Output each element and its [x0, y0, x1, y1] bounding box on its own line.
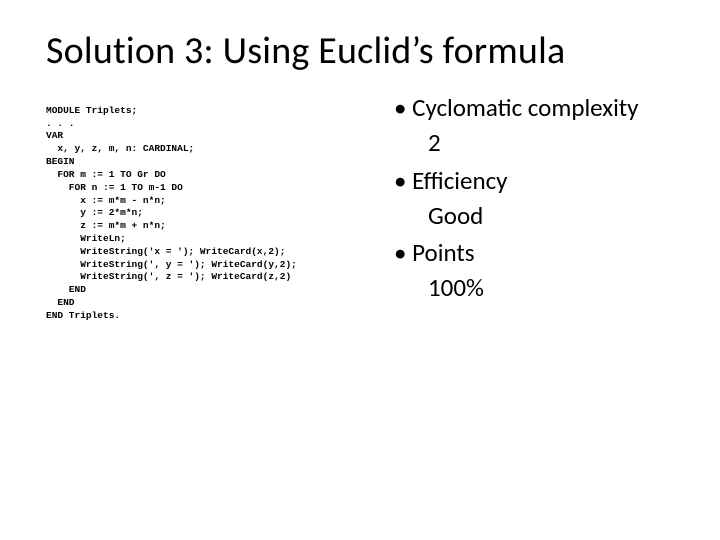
code-line: END — [46, 284, 86, 295]
code-line: FOR n := 1 TO m-1 DO — [46, 182, 183, 193]
bullet-cyclomatic: Cyclomatic complexity — [394, 92, 674, 123]
content-columns: MODULE Triplets; . . . VAR x, y, z, m, n… — [46, 92, 674, 323]
code-line: BEGIN — [46, 156, 75, 167]
code-line: WriteString(', z = '); WriteCard(z,2) — [46, 271, 291, 282]
code-line: END — [46, 297, 75, 308]
code-line: x := m*m - n*n; — [46, 195, 166, 206]
bullet-points-value: 100% — [394, 272, 674, 303]
code-line: WriteString('x = '); WriteCard(x,2); — [46, 246, 285, 257]
bullet-cyclomatic-value: 2 — [394, 127, 674, 158]
code-line: z := m*m + n*n; — [46, 220, 166, 231]
code-line: END Triplets. — [46, 310, 120, 321]
slide-title: Solution 3: Using Euclid’s formula — [46, 28, 674, 74]
code-line: MODULE Triplets; — [46, 105, 137, 116]
slide: Solution 3: Using Euclid’s formula MODUL… — [0, 0, 720, 540]
code-line: x, y, z, m, n: CARDINAL; — [46, 143, 194, 154]
code-line: FOR m := 1 TO Gr DO — [46, 169, 166, 180]
bullet-efficiency: Efficiency — [394, 165, 674, 196]
code-block: MODULE Triplets; . . . VAR x, y, z, m, n… — [46, 92, 386, 323]
bullet-list: Cyclomatic complexity 2 Efficiency Good … — [386, 92, 674, 310]
bullet-efficiency-value: Good — [394, 200, 674, 231]
code-line: y := 2*m*n; — [46, 207, 143, 218]
code-line: VAR — [46, 130, 63, 141]
code-line: WriteString(', y = '); WriteCard(y,2); — [46, 259, 297, 270]
bullet-points: Points — [394, 237, 674, 268]
code-line: WriteLn; — [46, 233, 126, 244]
code-line: . . . — [46, 118, 75, 129]
